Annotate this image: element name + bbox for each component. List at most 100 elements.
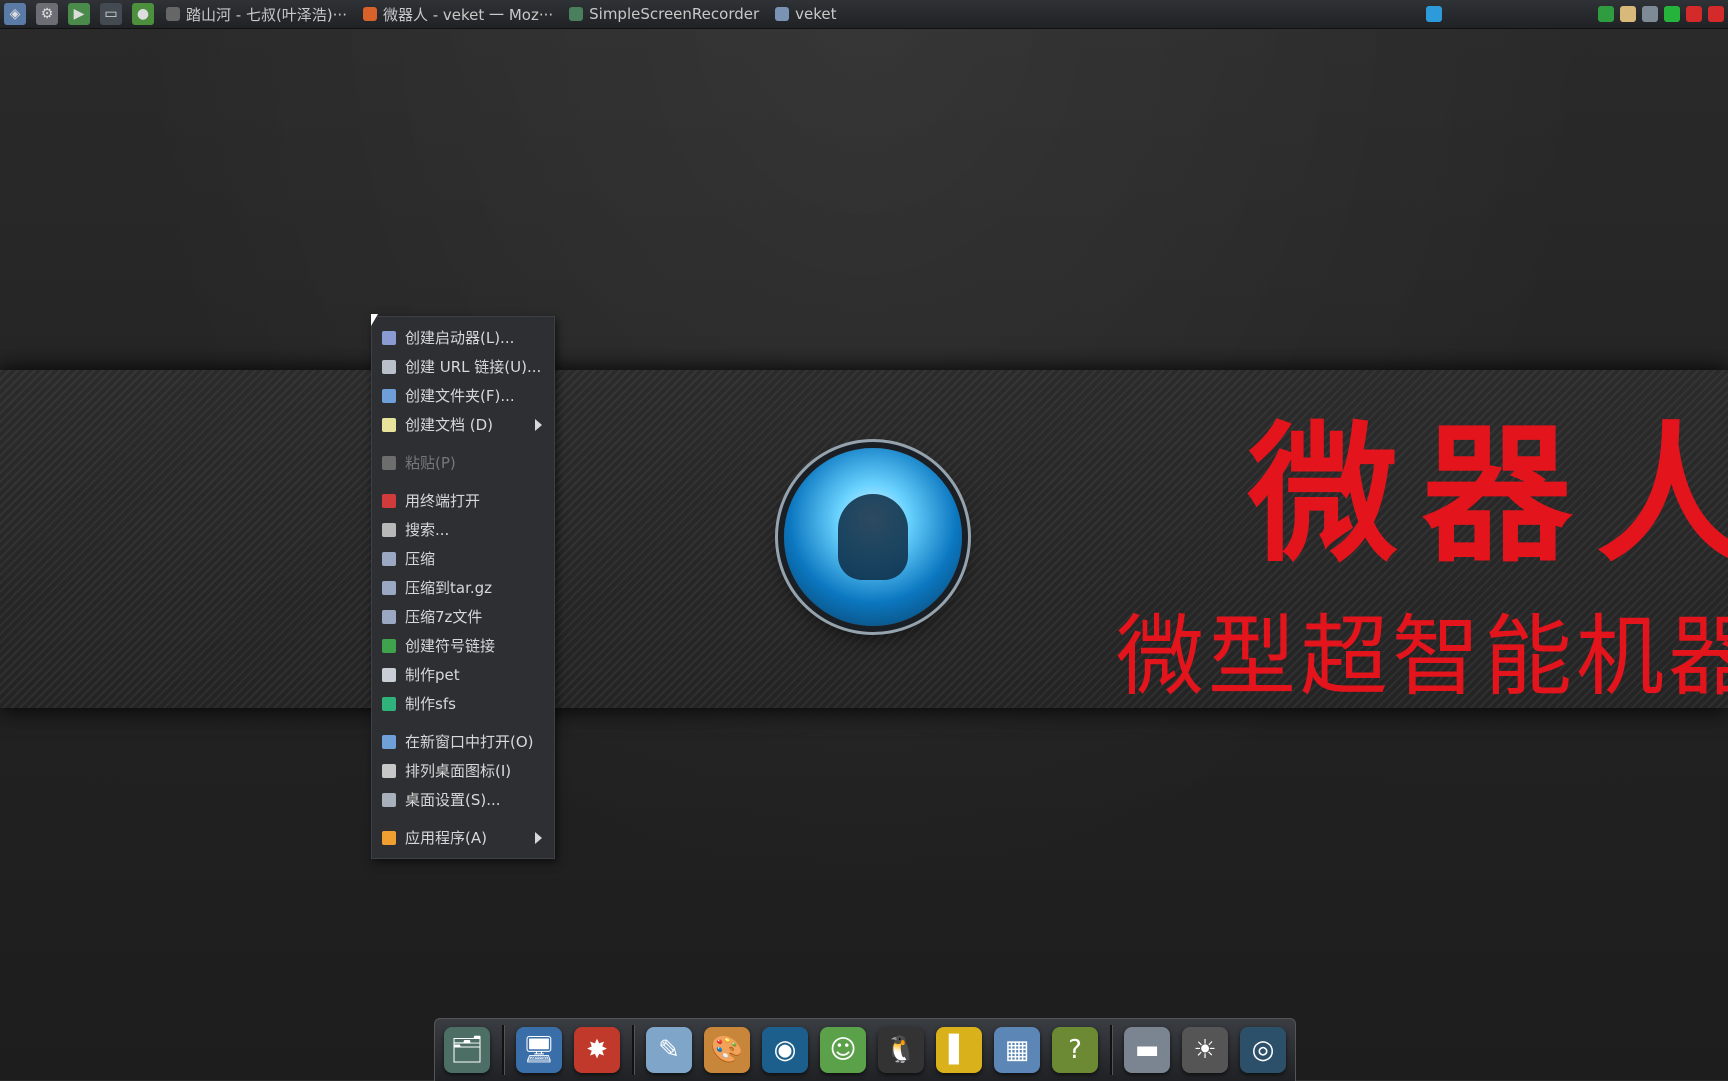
menu-item[interactable]: 在新窗口中打开(O) bbox=[372, 727, 554, 756]
launcher-create-icon bbox=[382, 330, 396, 345]
taskbar-window-label: veket bbox=[795, 5, 837, 23]
settings-gear-icon[interactable]: ⚙ bbox=[36, 3, 58, 25]
menu-item[interactable]: 桌面设置(S)... bbox=[372, 785, 554, 814]
menu-item[interactable]: 创建文档 (D) bbox=[372, 410, 554, 439]
file-manager-icon[interactable]: 🗂 bbox=[444, 1027, 490, 1073]
menu-item[interactable]: 排列桌面图标(I) bbox=[372, 756, 554, 785]
menu-item-label: 用终端打开 bbox=[405, 492, 481, 510]
web-browser-icon[interactable]: ◎ bbox=[1240, 1027, 1286, 1073]
display-icon[interactable] bbox=[1426, 6, 1442, 22]
globe-icon[interactable]: ● bbox=[132, 3, 154, 25]
menu-item[interactable]: 创建文件夹(F)... bbox=[372, 381, 554, 410]
porcupine-icon[interactable]: ✸ bbox=[574, 1027, 620, 1073]
system-monitor-icon[interactable]: ◈ bbox=[4, 3, 26, 25]
system-tray bbox=[1426, 6, 1728, 22]
menu-item-label: 应用程序(A) bbox=[405, 829, 487, 847]
menu-item[interactable]: 创建 URL 链接(U)... bbox=[372, 352, 554, 381]
taskbar-window-label: SimpleScreenRecorder bbox=[589, 5, 760, 23]
menu-item[interactable]: 制作pet bbox=[372, 660, 554, 689]
menu-item-label: 压缩 bbox=[405, 550, 436, 568]
taskbar-window-button[interactable]: veket bbox=[769, 4, 842, 25]
menu-item[interactable]: 搜索... bbox=[372, 515, 554, 544]
sort-icon bbox=[382, 763, 396, 778]
firefox-icon bbox=[362, 7, 377, 21]
network-icon[interactable] bbox=[1642, 6, 1658, 22]
battery-icon[interactable] bbox=[1664, 6, 1680, 22]
menu-item-label: 排列桌面图标(I) bbox=[405, 762, 512, 780]
menu-item-label: 制作sfs bbox=[405, 695, 456, 713]
menu-item[interactable]: 压缩 bbox=[372, 544, 554, 573]
menu-item[interactable]: 创建启动器(L)... bbox=[372, 323, 554, 352]
desktop-computer-icon[interactable]: 🖥 bbox=[516, 1027, 562, 1073]
menu-item-label: 创建 URL 链接(U)... bbox=[405, 358, 542, 376]
help-icon[interactable]: ? bbox=[1052, 1027, 1098, 1073]
music-player-icon bbox=[166, 7, 180, 21]
paste-icon bbox=[382, 455, 396, 470]
document-new-icon bbox=[382, 417, 396, 432]
archive-icon bbox=[382, 551, 396, 566]
applications-icon bbox=[382, 830, 396, 845]
chart-app-icon[interactable]: ▦ bbox=[994, 1027, 1040, 1073]
menu-item[interactable]: 应用程序(A) bbox=[372, 823, 554, 852]
menu-item-label: 粘贴(P) bbox=[405, 454, 456, 472]
terminal-icon[interactable]: ▭ bbox=[100, 3, 122, 25]
shield-icon[interactable] bbox=[1598, 6, 1614, 22]
menu-item-label: 在新窗口中打开(O) bbox=[405, 733, 534, 751]
submenu-arrow-icon bbox=[535, 419, 542, 431]
sfs-icon bbox=[382, 696, 396, 711]
menu-item-label: 创建文件夹(F)... bbox=[405, 387, 515, 405]
menu-separator bbox=[372, 477, 554, 486]
play-icon[interactable]: ▶ bbox=[68, 3, 90, 25]
desktop-settings-icon bbox=[382, 792, 396, 807]
wallpaper-subtitle: 微型超智能机器 bbox=[1116, 605, 1728, 708]
menu-item[interactable]: 创建符号链接 bbox=[372, 631, 554, 660]
archive-7z-icon bbox=[382, 609, 396, 624]
menu-item-label: 压缩7z文件 bbox=[405, 608, 483, 626]
record-icon[interactable] bbox=[1686, 6, 1702, 22]
mouse-cursor-icon bbox=[371, 314, 378, 326]
clipboard-icon[interactable] bbox=[1620, 6, 1636, 22]
menu-item-label: 创建符号链接 bbox=[405, 637, 496, 655]
notebook-icon[interactable]: ▌ bbox=[936, 1027, 982, 1073]
symlink-icon bbox=[382, 638, 396, 653]
taskbar-window-button[interactable]: 微器人 - veket 一 Moz··· bbox=[357, 4, 559, 25]
menu-item[interactable]: 压缩7z文件 bbox=[372, 602, 554, 631]
menu-item[interactable]: 压缩到tar.gz bbox=[372, 573, 554, 602]
menu-item[interactable]: 用终端打开 bbox=[372, 486, 554, 515]
menu-item-label: 搜索... bbox=[405, 521, 450, 539]
dock-separator bbox=[502, 1025, 504, 1075]
media-player-icon[interactable]: ◉ bbox=[762, 1027, 808, 1073]
menu-item-label: 桌面设置(S)... bbox=[405, 791, 501, 809]
recorder-icon bbox=[569, 7, 584, 21]
bottom-dock: 🗂 🖥 ✸ ✎ 🎨 ◉ ☺ 🐧 ▌ ▦? ▬ ☀ ◎ bbox=[434, 1018, 1296, 1081]
taskbar-window-label: 踏山河 - 七叔(叶泽浩)··· bbox=[186, 5, 347, 24]
input-method-icon[interactable] bbox=[1708, 6, 1724, 22]
menu-item-label: 压缩到tar.gz bbox=[405, 579, 493, 597]
taskbar-window-button[interactable]: 踏山河 - 七叔(叶泽浩)··· bbox=[160, 4, 353, 25]
paint-palette-icon[interactable]: 🎨 bbox=[704, 1027, 750, 1073]
link-icon bbox=[382, 359, 396, 374]
penguin-icon[interactable]: 🐧 bbox=[878, 1027, 924, 1073]
dock-separator bbox=[1110, 1025, 1112, 1075]
brightness-icon[interactable]: ☀ bbox=[1182, 1027, 1228, 1073]
window-new-icon bbox=[382, 734, 396, 749]
menu-item[interactable]: 制作sfs bbox=[372, 689, 554, 718]
package-icon bbox=[382, 667, 396, 682]
archive-targz-icon bbox=[382, 580, 396, 595]
chat-users-icon[interactable]: ☺ bbox=[820, 1027, 866, 1073]
folder-icon bbox=[775, 7, 790, 21]
submenu-arrow-icon bbox=[535, 832, 542, 844]
folder-new-icon bbox=[382, 388, 396, 403]
window-task-list: 踏山河 - 七叔(叶泽浩)··· 微器人 - veket 一 Moz··· Simp… bbox=[160, 4, 843, 25]
menu-separator bbox=[372, 814, 554, 823]
text-editor-icon[interactable]: ✎ bbox=[646, 1027, 692, 1073]
wallpaper-logo-icon bbox=[784, 448, 962, 626]
menu-separator bbox=[372, 439, 554, 448]
menu-item: 粘贴(P) bbox=[372, 448, 554, 477]
taskbar-window-button[interactable]: SimpleScreenRecorder bbox=[563, 4, 765, 25]
menu-item-label: 制作pet bbox=[405, 666, 460, 684]
terminal-open-icon bbox=[382, 493, 396, 508]
storage-drive-icon[interactable]: ▬ bbox=[1124, 1027, 1170, 1073]
desktop-context-menu: 创建启动器(L)... 创建 URL 链接(U)... 创建文件夹(F)... 创建文… bbox=[371, 316, 555, 859]
dock-separator bbox=[632, 1025, 634, 1075]
